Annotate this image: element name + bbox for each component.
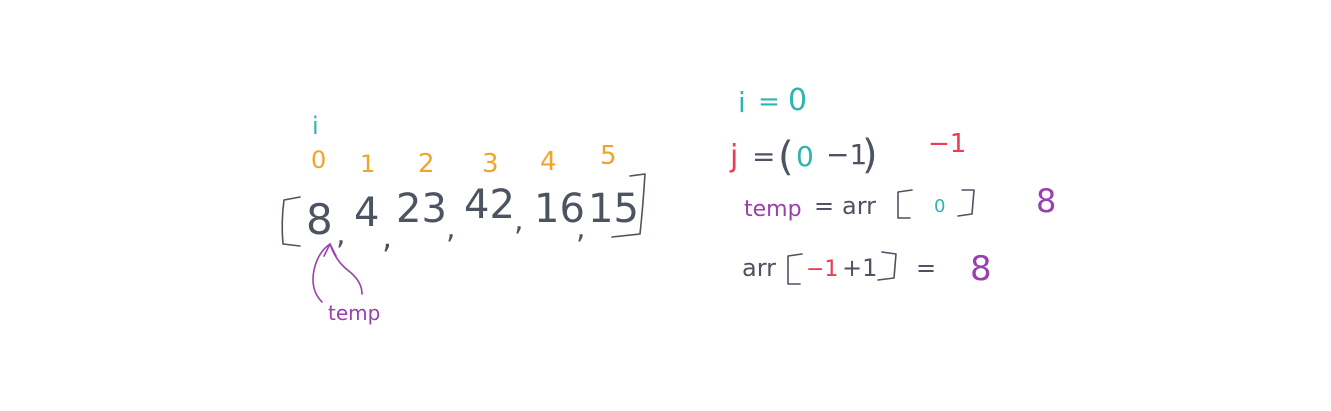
- var-j: j: [729, 139, 738, 174]
- worked-steps: i = 0 j = ( 0 −1 ) −1 temp = arr 0 8 arr: [729, 83, 1056, 289]
- i-value: 0: [796, 140, 814, 173]
- i-value: 0: [788, 83, 807, 118]
- array-value: 8: [306, 195, 333, 244]
- step-line-3: temp = arr 0 8: [744, 182, 1056, 222]
- whiteboard-canvas: i 0 1 2 3 4 5 8 , 4 , 23 , 42 , 16 , 15: [281, 83, 1056, 325]
- index-label: 5: [600, 141, 617, 171]
- step-line-4: arr −1 +1 = 8: [742, 249, 992, 289]
- index-open-bracket: [897, 189, 913, 219]
- plus-one: +1: [842, 254, 877, 282]
- array-value: 4: [354, 190, 379, 236]
- index-open-bracket: [787, 253, 803, 285]
- open-paren: (: [778, 134, 794, 180]
- temp-result: 8: [1036, 182, 1056, 220]
- array-values: 8 , 4 , 23 , 42 , 16 , 15: [306, 182, 639, 256]
- j-index: −1: [806, 257, 838, 282]
- index-label: 4: [540, 147, 557, 177]
- index-value: 0: [934, 196, 945, 217]
- index-row: 0 1 2 3 4 5: [311, 141, 617, 179]
- array-value: 42: [464, 182, 515, 228]
- index-close-bracket: [957, 189, 975, 217]
- assigned-value: 8: [970, 249, 992, 289]
- equals-sign: =: [916, 254, 936, 282]
- array-separator: ,: [382, 218, 392, 256]
- index-close-bracket: [877, 251, 897, 281]
- array-separator: ,: [446, 211, 456, 246]
- array-separator: ,: [336, 217, 346, 252]
- close-paren: ): [862, 132, 878, 178]
- arr-name: arr: [742, 254, 776, 282]
- index-label: 0: [311, 146, 326, 174]
- array-diagram: i 0 1 2 3 4 5 8 , 4 , 23 , 42 , 16 , 15: [281, 112, 646, 325]
- step-line-2: j = ( 0 −1 ) −1: [729, 129, 966, 180]
- array-value: 15: [588, 186, 639, 232]
- pointer-i-label: i: [312, 112, 319, 140]
- array-separator: ,: [514, 203, 524, 238]
- array-open-bracket: [281, 196, 301, 247]
- temp-var: temp: [744, 197, 802, 222]
- step-line-1: i = 0: [738, 83, 807, 119]
- j-result: −1: [928, 129, 966, 159]
- index-label: 3: [482, 149, 499, 179]
- array-separator: ,: [576, 211, 586, 246]
- equals-sign: =: [752, 140, 775, 173]
- temp-label: temp: [328, 301, 380, 325]
- equals-sign: =: [758, 87, 780, 117]
- temp-arrow: [312, 243, 363, 303]
- index-label: 1: [360, 150, 375, 178]
- var-i: i: [738, 86, 746, 119]
- index-label: 2: [418, 149, 435, 179]
- arr-name: arr: [842, 192, 876, 220]
- array-value: 23: [396, 186, 447, 232]
- equals-sign: =: [814, 192, 834, 220]
